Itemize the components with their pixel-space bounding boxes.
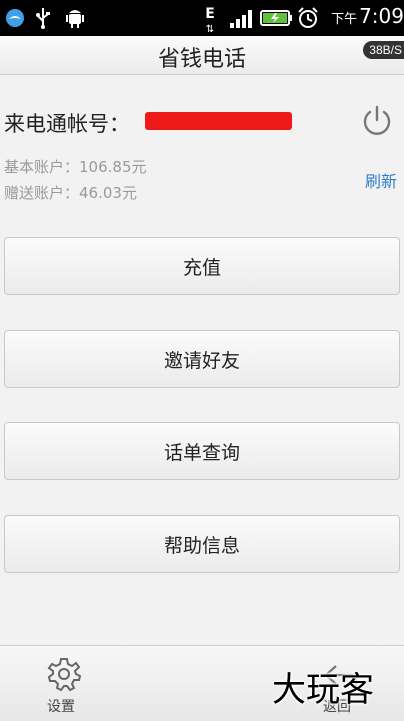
page-title: 省钱电话 [157,47,246,72]
status-bar: E ⇅ 下午 7:09 [0,0,404,36]
account-label: 来电通帐号： [4,112,130,136]
watermark: 大玩客 [272,670,374,710]
gear-icon[interactable] [46,656,82,692]
basic-balance: 基本账户：106.85元 [4,158,147,176]
status-time: 下午 7:09 [331,4,404,28]
refresh-link[interactable]: 刷新 [365,168,397,192]
status-clock: 7:09 [359,4,404,28]
power-icon[interactable] [360,104,394,138]
alarm-icon [296,6,320,30]
redacted-account-number [145,112,292,130]
network-speed-badge: 38B/S [363,41,404,59]
call-records-button[interactable]: 话单查询 [4,422,400,480]
android-debug-icon [64,6,86,30]
signal-strength-icon [228,6,256,30]
status-ampm: 下午 [331,12,358,27]
battery-icon [260,6,294,30]
invite-friends-button[interactable]: 邀请好友 [4,330,400,388]
app-notification-icon [4,6,26,30]
help-info-button[interactable]: 帮助信息 [4,515,400,573]
recharge-button[interactable]: 充值 [4,237,400,295]
usb-icon [34,6,52,30]
bonus-balance: 赠送账户：46.03元 [4,184,137,202]
settings-label[interactable]: 设置 [47,696,75,716]
title-bar: 省钱电话 38B/S [0,36,404,75]
